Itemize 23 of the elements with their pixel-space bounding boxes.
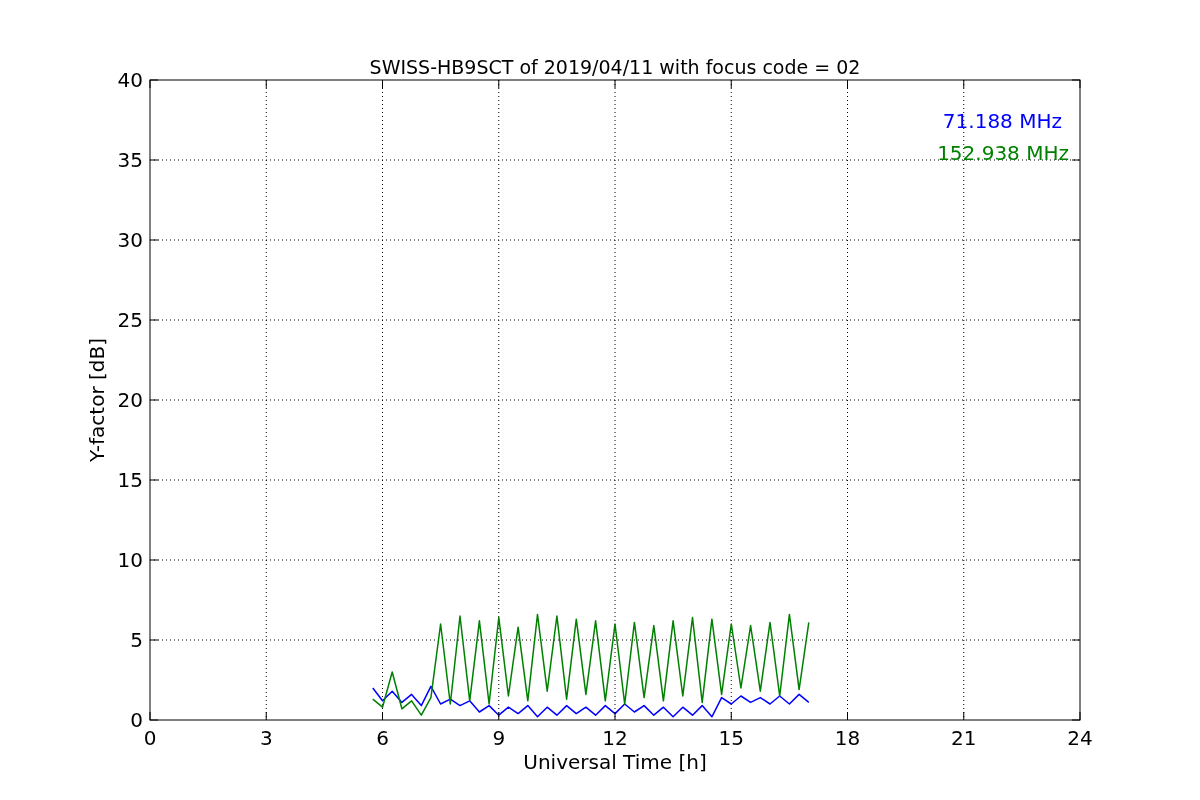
y-tick-label: 40 [117,68,143,92]
x-tick-label: 0 [143,726,157,750]
x-axis-label: Universal Time [h] [523,750,707,774]
x-tick-label: 24 [1067,726,1093,750]
y-tick-label: 5 [130,628,143,652]
legend-label: 152.938 MHz [937,141,1069,165]
y-tick-label: 35 [117,148,143,172]
y-tick-label: 15 [117,468,143,492]
legend-label: 71.188 MHz [942,109,1062,133]
x-tick-label: 18 [834,726,861,750]
y-tick-label: 20 [117,388,143,412]
y-tick-label: 10 [117,548,143,572]
x-tick-label: 12 [602,726,628,750]
y-axis-label: Y-factor [dB] [85,338,109,462]
x-tick-label: 15 [718,726,744,750]
y-tick-label: 0 [130,708,143,732]
y-tick-label: 30 [117,228,143,252]
x-tick-label: 9 [492,726,506,750]
y-tick-label: 25 [117,308,143,332]
x-tick-label: 6 [376,726,389,750]
x-tick-label: 21 [951,726,977,750]
x-tick-label: 3 [259,726,273,750]
chart-title: SWISS-HB9SCT of 2019/04/11 with focus code = 02 [369,56,861,78]
